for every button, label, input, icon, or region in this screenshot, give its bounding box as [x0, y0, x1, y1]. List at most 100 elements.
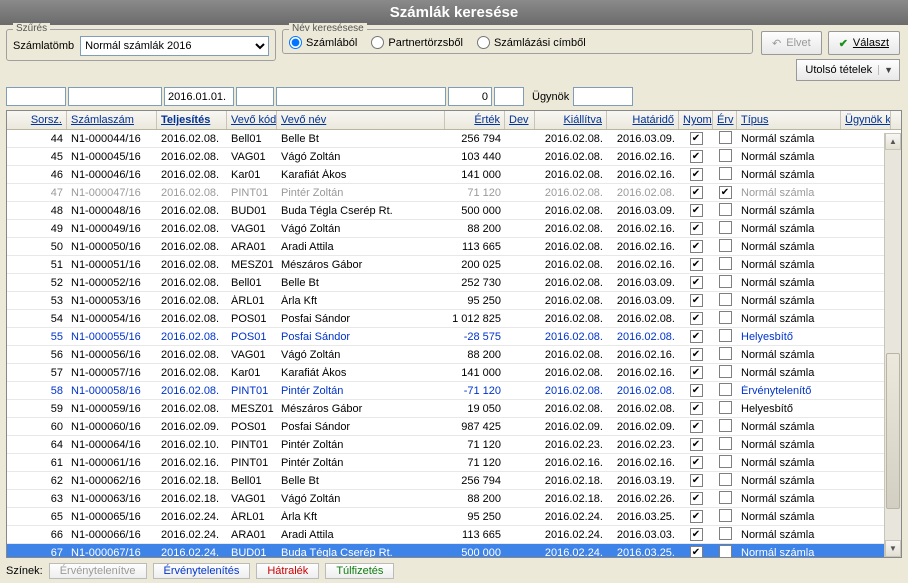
table-row[interactable]: 67N1-000067/162016.02.24.BUD01Buda Tégla… — [7, 544, 901, 557]
filter-ugynok-input[interactable] — [573, 87, 633, 106]
checkbox-icon[interactable] — [719, 545, 732, 558]
radio-szamlazasi-cimbol[interactable]: Számlázási címből — [477, 36, 586, 49]
filter-dev-input[interactable] — [494, 87, 524, 106]
header-tipus[interactable]: Típus — [737, 111, 841, 129]
header-ugynokkod[interactable]: Ügynök kó — [841, 111, 891, 129]
table-row[interactable]: 48N1-000048/162016.02.08.BUD01Buda Tégla… — [7, 202, 901, 220]
checkbox-icon[interactable]: ✔ — [690, 294, 703, 307]
checkbox-icon[interactable] — [719, 473, 732, 486]
checkbox-icon[interactable]: ✔ — [690, 186, 703, 199]
vertical-scrollbar[interactable]: ▲ ▼ — [884, 133, 901, 557]
checkbox-icon[interactable]: ✔ — [690, 366, 703, 379]
header-sorsz[interactable]: Sorsz. — [7, 111, 67, 129]
checkbox-icon[interactable] — [719, 383, 732, 396]
table-row[interactable]: 63N1-000063/162016.02.18.VAG01Vágó Zoltá… — [7, 490, 901, 508]
checkbox-icon[interactable]: ✔ — [690, 258, 703, 271]
radio-szamlabol-input[interactable] — [289, 36, 302, 49]
radio-partnertorzsbol[interactable]: Partnertörzsből — [371, 36, 463, 49]
valaszt-button[interactable]: ✔ Választ — [828, 31, 900, 55]
checkbox-icon[interactable] — [719, 149, 732, 162]
table-row[interactable]: 52N1-000052/162016.02.08.Bell01Belle Bt2… — [7, 274, 901, 292]
header-vevokod[interactable]: Vevő kód — [227, 111, 277, 129]
checkbox-icon[interactable]: ✔ — [690, 168, 703, 181]
radio-szamlazasi-cimbol-input[interactable] — [477, 36, 490, 49]
filter-szamlaszam-input[interactable] — [68, 87, 162, 106]
checkbox-icon[interactable] — [719, 293, 732, 306]
checkbox-icon[interactable] — [719, 437, 732, 450]
table-row[interactable]: 65N1-000065/162016.02.24.ÁRL01Árla Kft95… — [7, 508, 901, 526]
checkbox-icon[interactable] — [719, 527, 732, 540]
checkbox-icon[interactable] — [719, 221, 732, 234]
scroll-thumb[interactable] — [886, 353, 900, 509]
checkbox-icon[interactable]: ✔ — [690, 276, 703, 289]
checkbox-icon[interactable]: ✔ — [690, 438, 703, 451]
filter-vevonev-input[interactable] — [276, 87, 446, 106]
checkbox-icon[interactable] — [719, 455, 732, 468]
checkbox-icon[interactable]: ✔ — [690, 240, 703, 253]
radio-partnertorzsbol-input[interactable] — [371, 36, 384, 49]
table-row[interactable]: 66N1-000066/162016.02.24.ARA01Aradi Atti… — [7, 526, 901, 544]
filter-vevokod-input[interactable] — [236, 87, 274, 106]
table-row[interactable]: 50N1-000050/162016.02.08.ARA01Aradi Atti… — [7, 238, 901, 256]
header-szamlaszam[interactable]: Számlaszám — [67, 111, 157, 129]
checkbox-icon[interactable]: ✔ — [690, 546, 703, 557]
header-ertek[interactable]: Érték — [445, 111, 505, 129]
checkbox-icon[interactable] — [719, 239, 732, 252]
checkbox-icon[interactable]: ✔ — [690, 420, 703, 433]
checkbox-icon[interactable]: ✔ — [690, 474, 703, 487]
table-row[interactable]: 56N1-000056/162016.02.08.VAG01Vágó Zoltá… — [7, 346, 901, 364]
header-kiallitva[interactable]: Kiállítva — [535, 111, 607, 129]
checkbox-icon[interactable]: ✔ — [690, 348, 703, 361]
checkbox-icon[interactable] — [719, 365, 732, 378]
table-row[interactable]: 51N1-000051/162016.02.08.MESZ01Mészáros … — [7, 256, 901, 274]
checkbox-icon[interactable]: ✔ — [690, 402, 703, 415]
scroll-down-icon[interactable]: ▼ — [885, 540, 901, 557]
table-row[interactable]: 54N1-000054/162016.02.08.POS01Posfai Sán… — [7, 310, 901, 328]
checkbox-icon[interactable]: ✔ — [690, 492, 703, 505]
header-ervenytelenitve[interactable]: Érv — [713, 111, 737, 129]
table-row[interactable]: 57N1-000057/162016.02.08.Kar01Karafiát Á… — [7, 364, 901, 382]
szamlatömb-select[interactable]: Normál számlák 2016 — [80, 36, 269, 56]
table-row[interactable]: 60N1-000060/162016.02.09.POS01Posfai Sán… — [7, 418, 901, 436]
checkbox-icon[interactable] — [719, 401, 732, 414]
checkbox-icon[interactable]: ✔ — [690, 528, 703, 541]
checkbox-icon[interactable]: ✔ — [719, 186, 732, 199]
utolso-tetelek-dropdown[interactable]: Utolsó tételek ▼ — [796, 59, 900, 81]
elvet-button[interactable]: ↶ Elvet — [761, 31, 822, 55]
checkbox-icon[interactable] — [719, 509, 732, 522]
checkbox-icon[interactable]: ✔ — [690, 330, 703, 343]
checkbox-icon[interactable] — [719, 203, 732, 216]
header-teljesites[interactable]: Teljesítés — [157, 111, 227, 129]
checkbox-icon[interactable]: ✔ — [690, 510, 703, 523]
table-row[interactable]: 58N1-000058/162016.02.08.PINT01Pintér Zo… — [7, 382, 901, 400]
checkbox-icon[interactable] — [719, 131, 732, 144]
table-row[interactable]: 49N1-000049/162016.02.08.VAG01Vágó Zoltá… — [7, 220, 901, 238]
table-row[interactable]: 64N1-000064/162016.02.10.PINT01Pintér Zo… — [7, 436, 901, 454]
checkbox-icon[interactable] — [719, 275, 732, 288]
table-row[interactable]: 62N1-000062/162016.02.18.Bell01Belle Bt2… — [7, 472, 901, 490]
checkbox-icon[interactable] — [719, 347, 732, 360]
checkbox-icon[interactable]: ✔ — [690, 456, 703, 469]
header-dev[interactable]: Dev — [505, 111, 535, 129]
checkbox-icon[interactable]: ✔ — [690, 384, 703, 397]
filter-ertek-input[interactable] — [448, 87, 492, 106]
table-row[interactable]: 45N1-000045/162016.02.08.VAG01Vágó Zoltá… — [7, 148, 901, 166]
table-row[interactable]: 59N1-000059/162016.02.08.MESZ01Mészáros … — [7, 400, 901, 418]
checkbox-icon[interactable] — [719, 329, 732, 342]
checkbox-icon[interactable] — [719, 311, 732, 324]
checkbox-icon[interactable] — [719, 257, 732, 270]
table-row[interactable]: 55N1-000055/162016.02.08.POS01Posfai Sán… — [7, 328, 901, 346]
table-row[interactable]: 44N1-000044/162016.02.08.Bell01Belle Bt2… — [7, 130, 901, 148]
filter-teljesites-input[interactable] — [164, 87, 234, 106]
checkbox-icon[interactable]: ✔ — [690, 132, 703, 145]
table-row[interactable]: 61N1-000061/162016.02.16.PINT01Pintér Zo… — [7, 454, 901, 472]
checkbox-icon[interactable]: ✔ — [690, 222, 703, 235]
table-row[interactable]: 47N1-000047/162016.02.08.PINT01Pintér Zo… — [7, 184, 901, 202]
header-nyomtatva[interactable]: Nyom — [679, 111, 713, 129]
checkbox-icon[interactable] — [719, 419, 732, 432]
header-hatarido[interactable]: Határidő — [607, 111, 679, 129]
radio-szamlabol[interactable]: Számlából — [289, 36, 357, 49]
checkbox-icon[interactable]: ✔ — [690, 150, 703, 163]
checkbox-icon[interactable]: ✔ — [690, 204, 703, 217]
checkbox-icon[interactable] — [719, 167, 732, 180]
